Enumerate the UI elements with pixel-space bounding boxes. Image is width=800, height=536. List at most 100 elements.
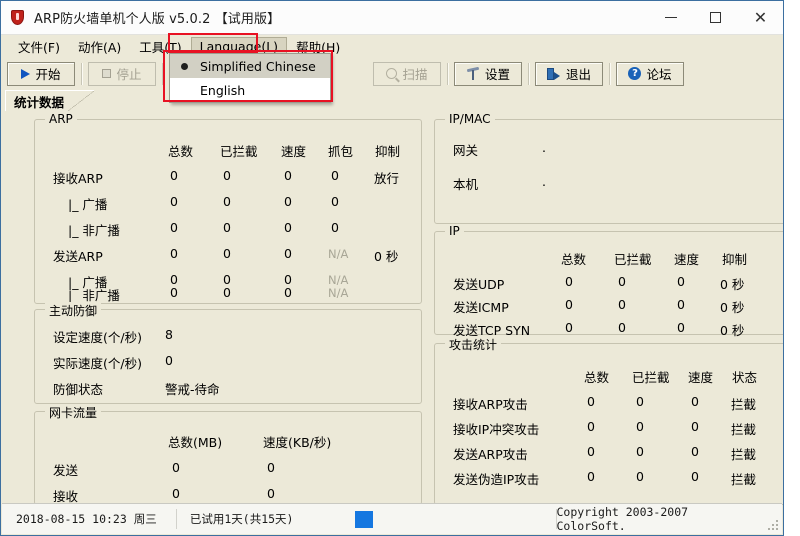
arp-col-blocked: 已拦截 [220,141,258,160]
arp-row-value: 0 [284,285,292,300]
attack-row-value: 0 [691,444,699,459]
attack-row-status: 拦截 [731,469,756,488]
arp-row-suppress: 0 秒 [374,246,398,265]
menu-item-simplified-chinese-label: Simplified Chinese [194,59,316,74]
ip-row-value: 0 [565,320,573,335]
attack-row-value: 0 [587,394,595,409]
settings-button-label: 设置 [485,64,510,83]
panel-active-defense-legend: 主动防御 [45,302,101,319]
exit-button[interactable]: 退出 [535,62,603,86]
arp-row-value: 0 [331,220,339,235]
hammer-icon [466,67,480,81]
attack-col-status: 状态 [732,367,757,386]
ipmac-row-label: 本机 [453,174,478,193]
nic-row-value: 0 [267,486,275,501]
defense-row-label: 实际速度(个/秒) [53,353,142,372]
start-button[interactable]: 开始 [7,62,75,86]
minimize-button[interactable] [648,1,693,34]
arp-row-suppress: 放行 [374,168,399,187]
settings-button[interactable]: 设置 [454,62,522,86]
panel-attack-stats-legend: 攻击统计 [445,336,501,353]
close-button[interactable]: ✕ [738,1,783,34]
tab-statistics-label: 统计数据 [14,92,64,111]
tab-statistics[interactable]: 统计数据 [5,90,68,111]
attack-row-value: 0 [636,469,644,484]
toolbar: 开始 停止 扫描 设置 退出 ? 论坛 [1,57,783,90]
arp-row-value-na: N/A [328,273,348,287]
menu-item-simplified-chinese[interactable]: Simplified Chinese [170,54,330,78]
arp-row-value: 0 [170,220,178,235]
menu-item-english[interactable]: English [170,78,330,102]
arp-row-value: 0 [223,220,231,235]
arp-row-value: 0 [331,168,339,183]
ip-col-total: 总数 [561,249,586,268]
arp-col-suppress: 抑制 [375,141,400,160]
ip-row-suppress: 0 秒 [720,297,744,316]
arp-row-value: 0 [223,194,231,209]
attack-row-status: 拦截 [731,419,756,438]
menu-bar: 文件(F) 动作(A) 工具(T) Language(L) 帮助(H) [1,35,783,57]
panel-ip-legend: IP [445,224,464,238]
resize-grip[interactable] [766,518,778,530]
ipmac-row-label: 网关 [453,140,478,159]
menu-action[interactable]: 动作(A) [69,35,130,58]
nic-row-value: 0 [267,460,275,475]
arp-row-value-na: N/A [328,286,348,300]
attack-row-value: 0 [636,444,644,459]
ip-row-value: 0 [677,320,685,335]
arp-row-value: 0 [284,168,292,183]
panel-ipmac: IP/MAC 网关 . 本机 . [434,119,784,224]
arp-row-value: 0 [170,246,178,261]
panel-arp: ARP 总数 已拦截 速度 抓包 抑制 接收ARP 0 0 0 0 放行 |_ … [34,119,422,304]
attack-row-label: 接收ARP攻击 [453,394,528,413]
arp-row-value: 0 [284,194,292,209]
arp-row-value-na: N/A [328,247,348,261]
scan-button[interactable]: 扫描 [373,62,441,86]
main-window: ARP防火墙单机个人版 v5.0.2 【试用版】 ✕ 文件(F) 动作(A) 工… [0,0,784,536]
attack-row-label: 发送ARP攻击 [453,444,528,463]
panel-arp-legend: ARP [45,112,77,126]
attack-row-value: 0 [587,419,595,434]
arp-row-value: 0 [284,246,292,261]
content-area: ARP 总数 已拦截 速度 抓包 抑制 接收ARP 0 0 0 0 放行 |_ … [2,111,782,504]
stop-button-label: 停止 [116,64,141,83]
maximize-button[interactable] [693,1,738,34]
defense-row-label: 防御状态 [53,379,103,398]
language-dropdown-menu: Simplified Chinese English [169,53,331,103]
ip-row-label: 发送ICMP [453,297,509,316]
arp-row-value: 0 [331,194,339,209]
stop-button[interactable]: 停止 [88,62,156,86]
nic-col-speed: 速度(KB/秒) [263,432,331,451]
status-datetime: 2018-08-15 10:23 周三 [2,504,176,534]
ipmac-row-value: . [542,140,546,155]
exit-door-icon [547,67,561,81]
play-icon [21,69,30,79]
panel-ipmac-legend: IP/MAC [445,112,495,126]
forum-button-label: 论坛 [646,64,671,83]
nic-col-total: 总数(MB) [168,432,222,451]
defense-status-value: 警戒-待命 [165,379,220,398]
attack-row-status: 拦截 [731,394,756,413]
ip-row-value: 0 [565,274,573,289]
ip-col-suppress: 抑制 [722,249,747,268]
ip-row-suppress: 0 秒 [720,320,744,339]
ip-row-value: 0 [618,297,626,312]
arp-row-value: 0 [223,285,231,300]
arp-row-value: 0 [284,220,292,235]
panel-ip: IP 总数 已拦截 速度 抑制 发送UDP 0 0 0 0 秒 发送ICMP 0… [434,231,784,335]
menu-item-english-label: English [194,83,245,98]
toolbar-separator [528,63,530,85]
attack-row-label: 接收IP冲突攻击 [453,419,539,438]
tab-strip: 统计数据 [1,90,783,111]
arp-col-total: 总数 [168,141,193,160]
arp-row-value: 0 [170,168,178,183]
nic-row-value: 0 [172,486,180,501]
ip-row-label: 发送UDP [453,274,504,293]
arp-row-value: 0 [223,168,231,183]
toolbar-separator [81,63,83,85]
forum-button[interactable]: ? 论坛 [616,62,684,86]
nic-row-value: 0 [172,460,180,475]
attack-row-value: 0 [587,469,595,484]
title-bar: ARP防火墙单机个人版 v5.0.2 【试用版】 ✕ [1,1,783,35]
menu-file[interactable]: 文件(F) [9,35,69,58]
